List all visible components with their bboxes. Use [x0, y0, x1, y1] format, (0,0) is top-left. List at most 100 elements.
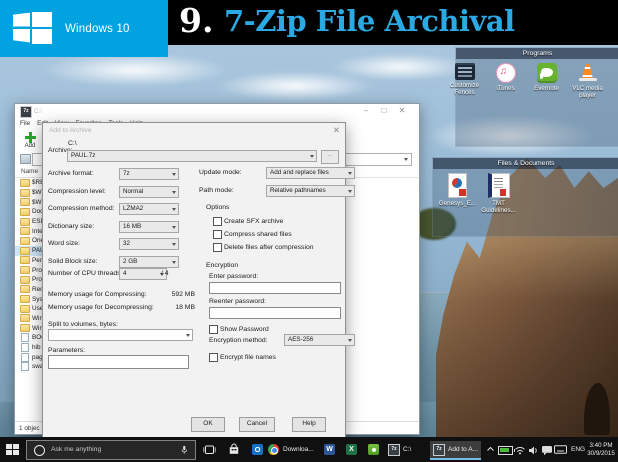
- fence-icon-area: Customize FencesiTunesEvernoteVLC media …: [444, 59, 618, 99]
- field-row: Dictionary size:16 MB: [48, 221, 218, 233]
- browse-button[interactable]: ...: [321, 150, 339, 164]
- store-icon[interactable]: [228, 443, 240, 456]
- chevron-up-icon[interactable]: [486, 445, 495, 453]
- cpu-threads-combobox[interactable]: 4: [119, 268, 167, 280]
- chevron-down-icon: [172, 173, 176, 176]
- desktop-icon-evernote[interactable]: Evernote: [526, 63, 567, 99]
- network-icon[interactable]: [514, 445, 526, 455]
- folder-icon: [20, 295, 30, 303]
- file-item-label: hib: [32, 344, 41, 351]
- desktop-icon-label: Genesys_E...: [439, 200, 476, 207]
- combobox-value: 16 MB: [123, 223, 141, 230]
- touch-keyboard-icon[interactable]: [554, 445, 567, 454]
- volume-icon[interactable]: [528, 445, 539, 456]
- parameters-input[interactable]: [48, 355, 189, 369]
- field-row: Word size:32: [48, 238, 218, 250]
- task-view-icon[interactable]: [203, 444, 216, 456]
- desktop-icon-vlc[interactable]: VLC media player: [567, 63, 608, 99]
- 7zip-icon: 7z: [433, 444, 445, 456]
- reenter-password-label: Reenter password:: [209, 298, 266, 305]
- add-to-archive-window-button[interactable]: 7z Add to A...: [430, 441, 481, 460]
- enter-password-input[interactable]: [209, 282, 341, 294]
- folder-icon: [20, 266, 30, 274]
- excel-icon[interactable]: X: [346, 444, 357, 455]
- windows-10-badge: Windows 10: [0, 0, 168, 57]
- 7zip-window-button[interactable]: 7z C:\: [385, 441, 414, 458]
- memory-compress-label: Memory usage for Compressing:: [48, 291, 147, 298]
- show-password-checkbox[interactable]: [209, 325, 218, 334]
- window-titlebar[interactable]: 7z C:\ –□✕: [15, 104, 419, 119]
- encryption-method-combobox[interactable]: AES-256: [284, 334, 355, 346]
- help-button[interactable]: Help: [292, 417, 326, 432]
- folder-icon: [20, 305, 30, 313]
- field-combobox[interactable]: LZMA2: [119, 203, 179, 215]
- close-icon[interactable]: ✕: [333, 125, 340, 136]
- memory-decompress-value: 18 MB: [143, 304, 195, 311]
- desktop-icon-customize-fences[interactable]: Customize Fences: [444, 63, 485, 99]
- memory-compress-value: 592 MB: [143, 291, 195, 298]
- window-title: C:\: [34, 108, 42, 115]
- field-row: Compression level:Normal: [48, 186, 218, 198]
- field-combobox[interactable]: 16 MB: [119, 221, 179, 233]
- field-combobox[interactable]: 7z: [119, 168, 179, 180]
- split-volumes-combobox[interactable]: [48, 329, 193, 341]
- path-mode-value: Relative pathnames: [270, 187, 326, 194]
- add-button[interactable]: Add: [22, 131, 38, 151]
- dialog-title: Add to Archive: [49, 127, 92, 134]
- encrypt-file-names-label: Encrypt file names: [220, 354, 276, 361]
- desktop-icon-pdf-genesys[interactable]: Genesys_E...: [437, 173, 478, 214]
- desktop-icon-pdf-tmt[interactable]: TMT Guidelines...: [478, 173, 519, 214]
- action-center-icon[interactable]: [541, 444, 553, 456]
- windows-logo-icon: [13, 12, 53, 46]
- menu-item-file[interactable]: File: [20, 120, 30, 127]
- maximize-icon[interactable]: □: [375, 106, 393, 115]
- checkbox[interactable]: [213, 230, 222, 239]
- path-mode-combobox[interactable]: Relative pathnames: [266, 185, 355, 197]
- search-box[interactable]: Ask me anything: [26, 440, 196, 460]
- add-to-archive-window-label: Add to A...: [448, 446, 478, 453]
- field-combobox[interactable]: 32: [119, 238, 179, 250]
- minimize-icon[interactable]: –: [357, 106, 375, 115]
- folder-icon: [20, 227, 30, 235]
- word-icon[interactable]: W: [324, 444, 335, 455]
- battery-icon[interactable]: [498, 446, 513, 455]
- split-volumes-label: Split to volumes, bytes:: [48, 321, 118, 328]
- cancel-button[interactable]: Cancel: [239, 417, 275, 432]
- taskbar: Ask me anything O Downloa... W X 7z C:\ …: [0, 437, 618, 462]
- chrome-task-button[interactable]: Downloa...: [268, 444, 320, 456]
- language-indicator[interactable]: ENG: [571, 446, 585, 453]
- reenter-password-input[interactable]: [209, 307, 341, 319]
- update-mode-combobox[interactable]: Add and replace files: [266, 167, 355, 179]
- combobox-value: LZMA2: [123, 205, 143, 212]
- fence-title: Programs: [456, 48, 618, 59]
- encrypt-file-names-checkbox[interactable]: [209, 353, 218, 362]
- fence-files-documents: Files & Documents Genesys_E...TMT Guidel…: [432, 157, 618, 237]
- file-item-label: Pro: [32, 267, 42, 274]
- checkbox[interactable]: [213, 243, 222, 252]
- archive-name-combobox[interactable]: PAUL.7z: [67, 150, 317, 162]
- file-icon: [21, 333, 29, 342]
- desktop-icon-label: TMT Guidelines...: [479, 200, 519, 214]
- parameters-label: Parameters:: [48, 347, 85, 354]
- close-icon[interactable]: ✕: [393, 106, 411, 115]
- field-combobox[interactable]: Normal: [119, 186, 179, 198]
- start-button[interactable]: [6, 444, 19, 455]
- field-combobox[interactable]: 2 GB: [119, 256, 179, 268]
- checkbox[interactable]: [213, 217, 222, 226]
- clock[interactable]: 3:40 PM 30/9/2015: [586, 442, 616, 458]
- checkbox-label: Compress shared files: [224, 231, 292, 238]
- microphone-icon[interactable]: [179, 445, 189, 455]
- column-name[interactable]: Name: [21, 168, 38, 175]
- outlook-icon[interactable]: O: [252, 444, 263, 455]
- add-to-archive-dialog: Add to Archive ✕ C:\ Archive: PAUL.7z ..…: [42, 122, 346, 439]
- folder-icon: [20, 285, 30, 293]
- chevron-down-icon: [310, 155, 314, 158]
- archive-name: PAUL.7z: [71, 152, 95, 159]
- ok-button[interactable]: OK: [191, 417, 225, 432]
- field-label: Compression method:: [48, 205, 115, 212]
- search-placeholder: Ask me anything: [51, 446, 101, 453]
- clock-date: 30/9/2015: [586, 450, 616, 458]
- desktop-icon-itunes[interactable]: iTunes: [485, 63, 526, 99]
- chevron-down-icon: [348, 190, 352, 193]
- green-app-icon[interactable]: [368, 444, 379, 455]
